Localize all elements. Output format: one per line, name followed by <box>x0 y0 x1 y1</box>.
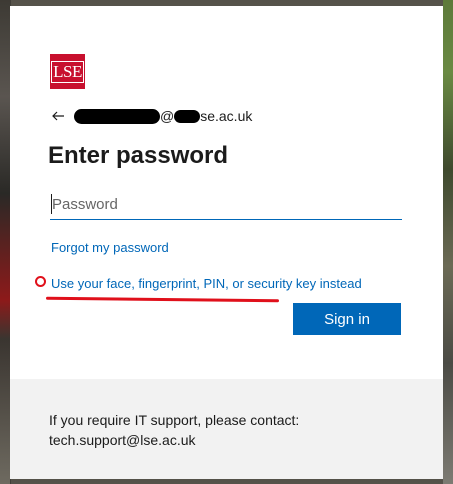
sign-in-button[interactable]: Sign in <box>293 303 401 335</box>
support-line-1: If you require IT support, please contac… <box>49 412 300 428</box>
support-text: If you require IT support, please contac… <box>49 410 299 450</box>
email-suffix: se.ac.uk <box>200 108 253 124</box>
background-right-edge <box>443 0 453 484</box>
annotation-underline <box>45 296 280 303</box>
page-title: Enter password <box>48 142 229 169</box>
password-field[interactable] <box>50 189 402 220</box>
at-sign: @ <box>160 108 175 124</box>
redacted-username <box>74 108 160 124</box>
redacted-domain-prefix <box>174 109 201 123</box>
lse-logo: LSE <box>50 54 85 89</box>
back-arrow-icon[interactable] <box>50 108 66 124</box>
forgot-password-link[interactable]: Forgot my password <box>51 240 169 255</box>
lse-logo-text: LSE <box>51 60 84 83</box>
annotation-circle-marker <box>35 276 46 287</box>
sign-in-card: LSE @ se.ac.uk Enter password Forgot my … <box>10 6 443 479</box>
account-identity: @ se.ac.uk <box>50 106 252 126</box>
background-left-edge <box>0 0 10 484</box>
footer-banner: If you require IT support, please contac… <box>10 379 443 479</box>
support-email: tech.support@lse.ac.uk <box>49 432 196 448</box>
use-security-key-link[interactable]: Use your face, fingerprint, PIN, or secu… <box>51 276 362 291</box>
text-cursor <box>51 194 52 214</box>
